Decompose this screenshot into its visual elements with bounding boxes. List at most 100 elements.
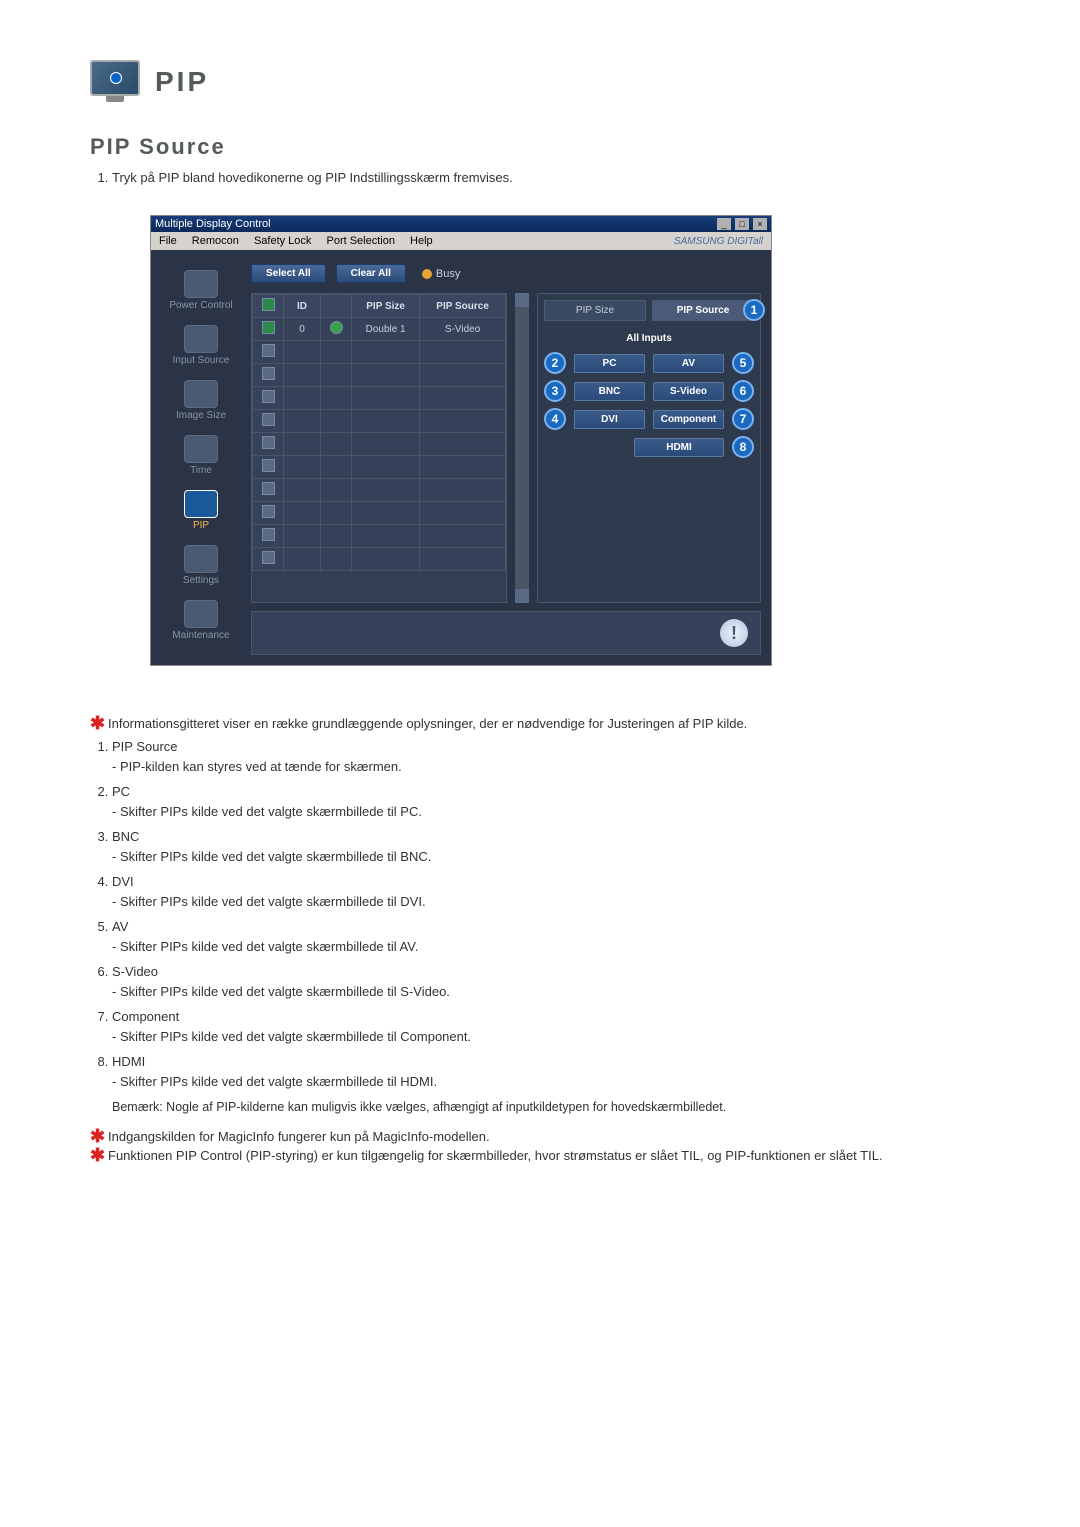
sidebar-item-settings[interactable]: Settings bbox=[183, 545, 219, 586]
cell-id: 0 bbox=[284, 318, 321, 341]
section-heading: PIP Source bbox=[90, 134, 990, 160]
col-status bbox=[321, 295, 352, 318]
sidebar-item-maintenance[interactable]: Maintenance bbox=[172, 600, 229, 641]
callout-3: 3 bbox=[544, 380, 566, 402]
cell-pipsize: Double 1 bbox=[352, 318, 420, 341]
row-checkbox[interactable] bbox=[262, 344, 275, 357]
note-pip-control: ✱ Funktionen PIP Control (PIP-styring) e… bbox=[90, 1148, 990, 1163]
brand-logo: SAMSUNG DIGITall bbox=[674, 236, 763, 247]
scroll-up-icon[interactable] bbox=[515, 293, 529, 307]
row-checkbox[interactable] bbox=[262, 528, 275, 541]
row-checkbox[interactable] bbox=[262, 551, 275, 564]
bnc-button[interactable]: BNC bbox=[574, 382, 645, 401]
footer-bar: ! bbox=[251, 611, 761, 655]
page-header: PIP bbox=[90, 60, 990, 104]
sidebar-label: PIP bbox=[193, 520, 209, 531]
row-checkbox[interactable] bbox=[262, 367, 275, 380]
app-screenshot: Multiple Display Control _ □ × File Remo… bbox=[150, 215, 772, 666]
sidebar: Power Control Input Source Image Size Ti… bbox=[151, 260, 251, 655]
hdmi-button[interactable]: HDMI bbox=[634, 438, 724, 457]
sidebar-item-pip[interactable]: PIP bbox=[184, 490, 218, 531]
display-grid: ID PIP Size PIP Source 0 Double 1 S-Vide… bbox=[251, 293, 507, 603]
callout-1: 1 bbox=[743, 299, 765, 321]
table-row[interactable] bbox=[253, 456, 506, 479]
note-text: Indgangskilden for MagicInfo fungerer ku… bbox=[108, 1129, 490, 1144]
sidebar-item-image-size[interactable]: Image Size bbox=[176, 380, 226, 421]
maximize-icon[interactable]: □ bbox=[735, 218, 749, 230]
item-desc: - Skifter PIPs kilde ved det valgte skær… bbox=[112, 1027, 990, 1047]
table-row[interactable] bbox=[253, 502, 506, 525]
callout-8: 8 bbox=[732, 436, 754, 458]
sidebar-label: Power Control bbox=[169, 300, 232, 311]
sidebar-item-power-control[interactable]: Power Control bbox=[169, 270, 232, 311]
scrollbar[interactable] bbox=[515, 293, 529, 603]
tab-label: PIP Source bbox=[677, 305, 730, 316]
sidebar-label: Maintenance bbox=[172, 630, 229, 641]
item-title: PC bbox=[112, 784, 130, 799]
note-text: Informationsgitteret viser en række grun… bbox=[108, 716, 747, 731]
item-desc: - Skifter PIPs kilde ved det valgte skær… bbox=[112, 802, 990, 822]
item-desc: - Skifter PIPs kilde ved det valgte skær… bbox=[112, 937, 990, 957]
callout-5: 5 bbox=[732, 352, 754, 374]
star-icon: ✱ bbox=[90, 716, 108, 730]
row-checkbox[interactable] bbox=[262, 390, 275, 403]
status-dot-icon bbox=[330, 321, 343, 334]
sidebar-label: Time bbox=[190, 465, 212, 476]
list-item: AV- Skifter PIPs kilde ved det valgte sk… bbox=[112, 917, 990, 956]
row-checkbox[interactable] bbox=[262, 321, 275, 334]
menu-safety-lock[interactable]: Safety Lock bbox=[254, 235, 311, 247]
callout-4: 4 bbox=[544, 408, 566, 430]
menu-file[interactable]: File bbox=[159, 235, 177, 247]
menu-remocon[interactable]: Remocon bbox=[192, 235, 239, 247]
note-info-grid: ✱ Informationsgitteret viser en række gr… bbox=[90, 716, 990, 731]
row-checkbox[interactable] bbox=[262, 436, 275, 449]
minimize-icon[interactable]: _ bbox=[717, 218, 731, 230]
dvi-button[interactable]: DVI bbox=[574, 410, 645, 429]
table-row[interactable] bbox=[253, 387, 506, 410]
table-row[interactable] bbox=[253, 525, 506, 548]
intro-list: Tryk på PIP bland hovedikonerne og PIP I… bbox=[90, 170, 990, 185]
col-pip-source: PIP Source bbox=[420, 295, 506, 318]
tab-pip-source[interactable]: PIP Source 1 bbox=[652, 300, 754, 321]
tab-pip-size[interactable]: PIP Size bbox=[544, 300, 646, 321]
pip-source-panel: PIP Size PIP Source 1 All Inputs 2 PC AV… bbox=[537, 293, 761, 603]
busy-label: Busy bbox=[436, 268, 460, 280]
select-all-button[interactable]: Select All bbox=[251, 264, 326, 283]
info-icon[interactable]: ! bbox=[720, 619, 748, 647]
table-row[interactable] bbox=[253, 410, 506, 433]
list-item: BNC- Skifter PIPs kilde ved det valgte s… bbox=[112, 827, 990, 866]
item-title: Component bbox=[112, 1009, 179, 1024]
row-checkbox[interactable] bbox=[262, 459, 275, 472]
sidebar-item-time[interactable]: Time bbox=[184, 435, 218, 476]
menubar: File Remocon Safety Lock Port Selection … bbox=[151, 232, 771, 250]
pip-monitor-icon bbox=[90, 60, 140, 104]
clear-all-button[interactable]: Clear All bbox=[336, 264, 406, 283]
table-row[interactable] bbox=[253, 433, 506, 456]
pc-button[interactable]: PC bbox=[574, 354, 645, 373]
sidebar-item-input-source[interactable]: Input Source bbox=[173, 325, 230, 366]
table-row[interactable] bbox=[253, 364, 506, 387]
item-title: DVI bbox=[112, 874, 134, 889]
table-row[interactable]: 0 Double 1 S-Video bbox=[253, 318, 506, 341]
busy-dot-icon bbox=[422, 269, 432, 279]
av-button[interactable]: AV bbox=[653, 354, 724, 373]
menu-help[interactable]: Help bbox=[410, 235, 433, 247]
col-check[interactable] bbox=[253, 295, 284, 318]
description-list: PIP Source- PIP-kilden kan styres ved at… bbox=[112, 737, 990, 1091]
list-item: PC - Skifter PIPs kilde ved det valgte sk… bbox=[112, 782, 990, 821]
table-row[interactable] bbox=[253, 479, 506, 502]
row-checkbox[interactable] bbox=[262, 482, 275, 495]
table-row[interactable] bbox=[253, 548, 506, 571]
toolbar: Select All Clear All Busy bbox=[251, 260, 761, 293]
sidebar-label: Image Size bbox=[176, 410, 226, 421]
scroll-down-icon[interactable] bbox=[515, 589, 529, 603]
row-checkbox[interactable] bbox=[262, 413, 275, 426]
svideo-button[interactable]: S-Video bbox=[653, 382, 724, 401]
close-icon[interactable]: × bbox=[753, 218, 767, 230]
checkbox-icon bbox=[262, 298, 275, 311]
menu-port-selection[interactable]: Port Selection bbox=[326, 235, 394, 247]
row-checkbox[interactable] bbox=[262, 505, 275, 518]
item-title: BNC bbox=[112, 829, 139, 844]
table-row[interactable] bbox=[253, 341, 506, 364]
component-button[interactable]: Component bbox=[653, 410, 724, 429]
